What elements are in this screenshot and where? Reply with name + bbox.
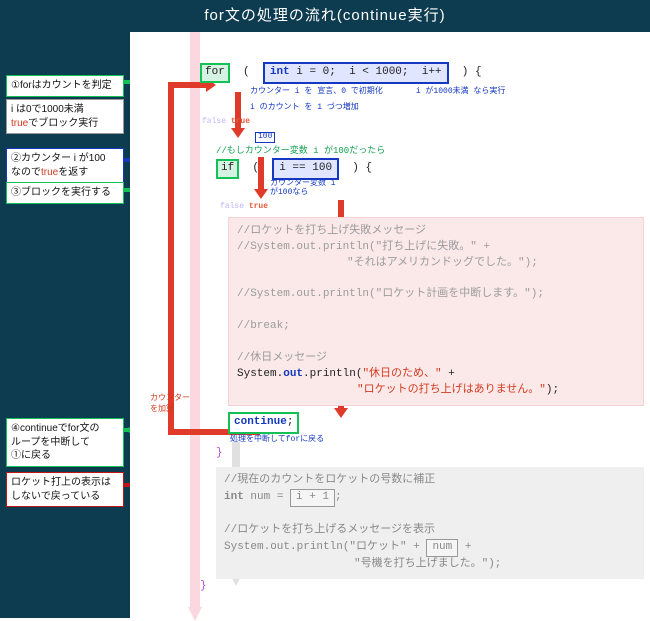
for-line: for ( int i = 0; i < 1000; i++ ) { <box>200 62 644 84</box>
l-launch: System.out.println("ロケット" + num + <box>224 539 636 557</box>
callout-1: ①forはカウントを判定 <box>6 75 124 97</box>
l-fail1: //System.out.println("打ち上げに失敗。" + <box>237 240 635 256</box>
unreached-block: //現在のカウントをロケットの号数に補正 int num = i + 1; //… <box>216 467 644 579</box>
l-abort: //System.out.println("ロケット計画を中断します。"); <box>237 287 635 303</box>
page-title: for文の処理の流れ(continue実行) <box>0 0 650 32</box>
flow-faint <box>190 32 200 607</box>
flow-cont-up <box>168 82 174 434</box>
code-area: カウンターを加算 for ( int i = 0; i < 1000; i++ … <box>130 32 650 618</box>
callout-5: ロケット打上の表示はしないで戻っている <box>6 472 124 507</box>
continue-note: 処理を中断してforに戻る <box>230 434 644 446</box>
close-if: } <box>216 446 644 462</box>
label-counter-incr: カウンターを加算 <box>150 392 190 414</box>
code-wrap: for ( int i = 0; i < 1000; i++ ) { カウンター… <box>200 62 644 612</box>
badge-100: 100 <box>255 132 275 143</box>
close-for: } <box>200 579 644 595</box>
note-cond: i が1000未満 なら実行 <box>416 88 506 97</box>
if-keyword: if <box>216 159 239 179</box>
c-num: //現在のカウントをロケットの号数に補正 <box>224 473 636 489</box>
l-launch2: "号機を打ち上げました。"); <box>224 557 636 573</box>
l-num: int num = i + 1; <box>224 489 636 507</box>
l-holiday: System.out.println("休日のため、" + <box>237 367 635 383</box>
note-step: i のカウント を 1 づつ増加 <box>250 104 359 113</box>
callout-3: ③ブロックを実行する <box>6 182 124 204</box>
if-expr: i == 100 <box>272 158 339 180</box>
num-var: num <box>426 539 458 557</box>
callout-1b: i は0で1000未満trueでブロック実行 <box>6 99 124 134</box>
note-init: カウンター i を 宣言、0 で初期化 <box>250 88 383 97</box>
for-tf: false true <box>202 116 644 128</box>
for-keyword: for <box>200 63 230 83</box>
for-expr: int i = 0; i < 1000; i++ <box>263 62 449 84</box>
c-holiday: //休日メッセージ <box>237 351 635 367</box>
continue-stmt: continue; <box>228 412 299 434</box>
if-body: //ロケットを打ち上げ失敗メッセージ //System.out.println(… <box>228 217 644 406</box>
if-line: if ( i == 100 ) { <box>216 158 644 180</box>
c-fail: //ロケットを打ち上げ失敗メッセージ <box>237 224 635 240</box>
l-holiday2: "ロケットの打ち上げはありません。"); <box>237 383 635 399</box>
annot-100: 100 <box>255 129 644 145</box>
callout-2: ②カウンター i が100なのでtrueを返す <box>6 148 124 183</box>
c-launch: //ロケットを打ち上げるメッセージを表示 <box>224 523 636 539</box>
l-break: //break; <box>237 319 635 335</box>
if-tf: false true <box>220 201 644 213</box>
for-notes: カウンター i を 宣言、0 で初期化 i が1000未満 なら実行 i のカウ… <box>250 84 644 116</box>
if-cond-note: カウンター変数 iが100なら <box>270 180 336 198</box>
callout-4: ④continueでfor文のループを中断して①に戻る <box>6 418 124 467</box>
l-fail2: "それはアメリカンドッグでした。"); <box>237 256 635 272</box>
num-expr: i + 1 <box>290 489 335 507</box>
if-comment: //もしカウンター変数 i が100だったら <box>216 145 644 158</box>
diagram-root: for文の処理の流れ(continue実行) ①forはカウントを判定 i は0… <box>0 0 650 618</box>
